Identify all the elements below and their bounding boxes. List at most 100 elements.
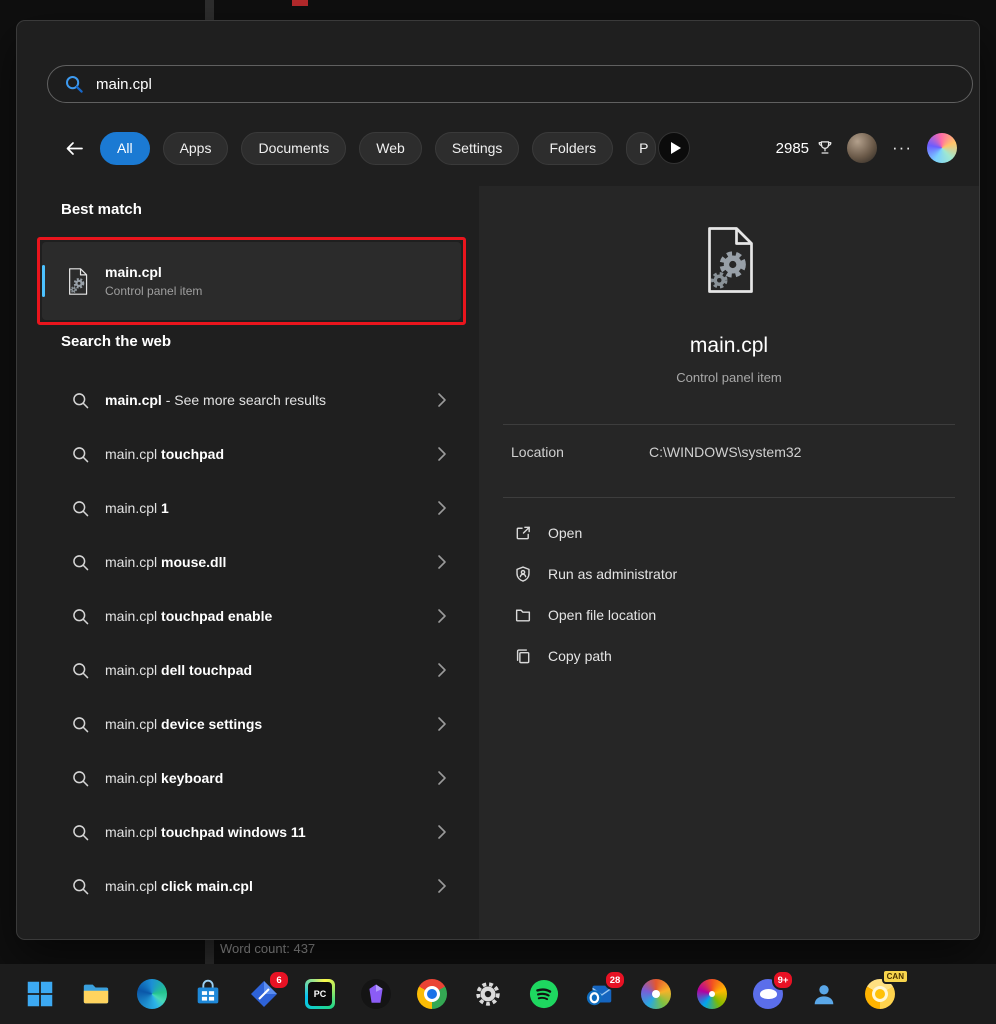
background-close-button-fragment [292, 0, 308, 6]
tab-settings[interactable]: Settings [435, 132, 520, 165]
best-match-item[interactable]: main.cpl Control panel item [42, 242, 461, 320]
discord-button[interactable]: 9+ [748, 974, 788, 1014]
search-icon [71, 499, 90, 518]
chevron-right-icon [433, 499, 451, 517]
microsoft-store-button[interactable] [188, 974, 228, 1014]
location-row: Location C:\WINDOWS\system32 [511, 444, 953, 460]
web-suggestion-row[interactable]: main.cpl touchpad [41, 427, 461, 481]
search-icon [71, 823, 90, 842]
web-suggestion-row[interactable]: main.cpl mouse.dll [41, 535, 461, 589]
chevron-right-icon [433, 553, 451, 571]
search-filter-bar: All Apps Documents Web Settings Folders … [17, 128, 979, 168]
shield-icon [513, 565, 532, 583]
run-as-administrator-action[interactable]: Run as administrator [509, 553, 959, 594]
search-the-web-header: Search the web [61, 333, 171, 350]
edge-icon [137, 979, 167, 1009]
chevron-right-icon [433, 661, 451, 679]
selection-indicator [42, 265, 45, 297]
back-button[interactable] [61, 135, 87, 161]
photos-icon [641, 979, 671, 1009]
search-icon [71, 553, 90, 572]
preview-subtitle: Control panel item [479, 370, 979, 385]
web-suggestion-row[interactable]: main.cpl click main.cpl [41, 859, 461, 913]
copy-path-action[interactable]: Copy path [509, 635, 959, 676]
location-value: C:\WINDOWS\system32 [649, 444, 801, 460]
control-panel-item-icon-large [696, 224, 762, 301]
pycharm-button[interactable]: PC [300, 974, 340, 1014]
pycharm-icon: PC [305, 979, 335, 1009]
taskbar: 6 PC 28 9+ CAN [0, 964, 996, 1024]
chrome-button[interactable] [412, 974, 452, 1014]
rewards-points: 2985 [776, 140, 809, 157]
best-match-title: main.cpl [105, 264, 202, 280]
obsidian-button[interactable] [356, 974, 396, 1014]
obsidian-icon [361, 979, 391, 1009]
web-suggestion-list: main.cpl - See more search results main.… [41, 373, 461, 913]
tab-folders[interactable]: Folders [532, 132, 613, 165]
chevron-right-icon [433, 715, 451, 733]
copy-icon [513, 647, 532, 665]
play-icon [671, 142, 681, 154]
chrome-icon [417, 979, 447, 1009]
chevron-right-icon [433, 769, 451, 787]
outlook-button[interactable]: 28 [580, 974, 620, 1014]
microsoft-store-icon [193, 979, 223, 1009]
color-wheel-app-button[interactable] [692, 974, 732, 1014]
control-panel-item-icon [64, 267, 91, 296]
web-suggestion-row[interactable]: main.cpl keyboard [41, 751, 461, 805]
location-label: Location [511, 444, 649, 460]
folder-icon [513, 606, 532, 624]
web-suggestion-row[interactable]: main.cpl touchpad enable [41, 589, 461, 643]
search-query-text: main.cpl [96, 76, 152, 93]
copilot-icon[interactable] [927, 133, 957, 163]
search-icon [71, 715, 90, 734]
preview-title: main.cpl [479, 334, 979, 358]
word-count-status: Word count: 437 [220, 941, 315, 956]
windows-logo-icon [26, 980, 54, 1008]
notification-badge: 28 [604, 970, 626, 990]
web-suggestion-row[interactable]: main.cpl device settings [41, 697, 461, 751]
web-suggestion-row[interactable]: main.cpl - See more search results [41, 373, 461, 427]
people-button[interactable] [804, 974, 844, 1014]
settings-button[interactable] [468, 974, 508, 1014]
tab-apps[interactable]: Apps [163, 132, 229, 165]
chevron-right-icon [433, 445, 451, 463]
color-wheel-icon [697, 979, 727, 1009]
open-file-location-action[interactable]: Open file location [509, 594, 959, 635]
open-external-icon [513, 524, 532, 542]
chevron-right-icon [433, 877, 451, 895]
tab-web[interactable]: Web [359, 132, 422, 165]
search-icon [71, 607, 90, 626]
web-suggestion-row[interactable]: main.cpl 1 [41, 481, 461, 535]
search-input[interactable]: main.cpl [47, 65, 973, 103]
open-action[interactable]: Open [509, 512, 959, 553]
chevron-right-icon [433, 823, 451, 841]
back-arrow-icon [65, 139, 84, 158]
divider [503, 424, 955, 425]
search-icon [71, 445, 90, 464]
play-button[interactable] [658, 132, 690, 164]
spotify-icon [529, 979, 559, 1009]
edge-button[interactable] [132, 974, 172, 1014]
chevron-right-icon [433, 391, 451, 409]
more-options-button[interactable]: ··· [890, 138, 914, 158]
tab-all[interactable]: All [100, 132, 150, 165]
spotify-button[interactable] [524, 974, 564, 1014]
notification-badge: 6 [268, 970, 290, 990]
rewards-counter[interactable]: 2985 [776, 139, 834, 157]
web-suggestion-row[interactable]: main.cpl touchpad windows 11 [41, 805, 461, 859]
web-suggestion-row[interactable]: main.cpl dell touchpad [41, 643, 461, 697]
tab-documents[interactable]: Documents [241, 132, 346, 165]
file-explorer-button[interactable] [76, 974, 116, 1014]
pen-app-button[interactable]: 6 [244, 974, 284, 1014]
tab-photos[interactable]: P [626, 132, 656, 165]
photos-button[interactable] [636, 974, 676, 1014]
search-flyout: main.cpl All Apps Documents Web Settings… [16, 20, 980, 940]
start-button[interactable] [20, 974, 60, 1014]
rewards-trophy-icon [816, 139, 834, 157]
user-avatar[interactable] [847, 133, 877, 163]
divider [503, 497, 955, 498]
search-icon [71, 391, 90, 410]
chrome-canary-button[interactable]: CAN [860, 974, 900, 1014]
best-match-subtitle: Control panel item [105, 284, 202, 298]
